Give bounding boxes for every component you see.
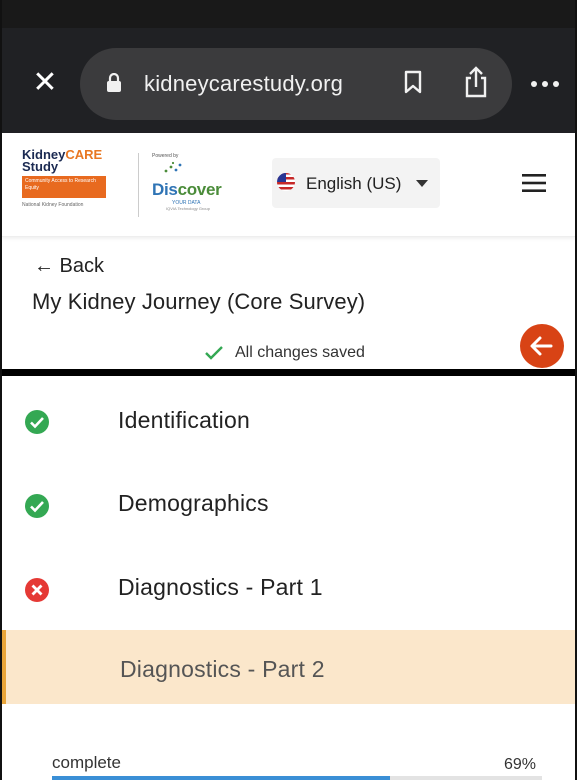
section-item-identification[interactable]: Identification	[2, 385, 575, 459]
section-item-demographics[interactable]: Demographics	[2, 468, 575, 542]
check-circle-icon	[25, 410, 49, 434]
progress-label: complete	[52, 753, 121, 772]
check-circle-icon	[25, 494, 49, 518]
progress-value: 69%	[504, 756, 537, 773]
check-icon	[205, 346, 223, 360]
section-item-diagnostics-part-2[interactable]: Diagnostics - Part 2	[2, 630, 575, 704]
logo-tagline: Community Access to Research Equity	[22, 176, 106, 198]
header-divider	[2, 369, 575, 376]
section-label: Demographics	[118, 490, 269, 516]
logo-title-c: Study	[22, 159, 59, 174]
status-strip	[2, 0, 575, 28]
app-frame: ✕ kidneycarestudy.org KidneyCARE Study C…	[0, 0, 577, 780]
language-label[interactable]: English (US)	[306, 174, 401, 194]
section-label: Diagnostics - Part 2	[120, 656, 325, 682]
us-flag-icon	[277, 173, 295, 191]
discover-dots-icon	[164, 161, 182, 173]
discover-logo[interactable]: Powered by Discover YOUR DATA IQVIA Tech…	[152, 153, 248, 223]
chevron-down-icon[interactable]	[416, 180, 428, 187]
lock-icon	[107, 73, 121, 92]
progress-bar	[52, 776, 542, 780]
section-label: Diagnostics - Part 1	[118, 574, 323, 600]
close-tab-button[interactable]: ✕	[28, 66, 62, 100]
back-fab-button[interactable]	[520, 324, 564, 368]
arrow-left-icon	[530, 336, 553, 356]
logo-title-b: CARE	[65, 147, 103, 162]
error-circle-icon	[25, 578, 49, 602]
save-status: All changes saved	[235, 344, 365, 361]
section-item-diagnostics-part-1[interactable]: Diagnostics - Part 1	[2, 552, 575, 626]
bookmark-icon[interactable]	[404, 70, 422, 94]
logo-title: KidneyCARE Study	[22, 147, 134, 174]
discover-title-b: cover	[177, 180, 222, 199]
discover-title-a: Dis	[152, 180, 178, 199]
share-icon[interactable]	[462, 66, 490, 98]
back-link[interactable]: ← Back	[34, 255, 104, 278]
logo-divider	[138, 153, 139, 217]
logo-foot: National Kidney Foundation	[22, 202, 84, 208]
section-label: Identification	[118, 407, 250, 433]
url-text[interactable]: kidneycarestudy.org	[144, 71, 343, 97]
kidneycare-study-logo[interactable]: KidneyCARE Study Community Access to Res…	[22, 147, 134, 223]
discover-title: Discover	[152, 180, 248, 200]
progress-bar-fill	[52, 776, 391, 780]
more-icon[interactable]	[530, 80, 560, 88]
survey-title: My Kidney Journey (Core Survey)	[32, 289, 366, 314]
discover-powered-by: Powered by	[152, 153, 179, 159]
hamburger-menu-icon[interactable]	[522, 174, 546, 192]
discover-foot: IQVIA Technology Group	[166, 206, 210, 211]
